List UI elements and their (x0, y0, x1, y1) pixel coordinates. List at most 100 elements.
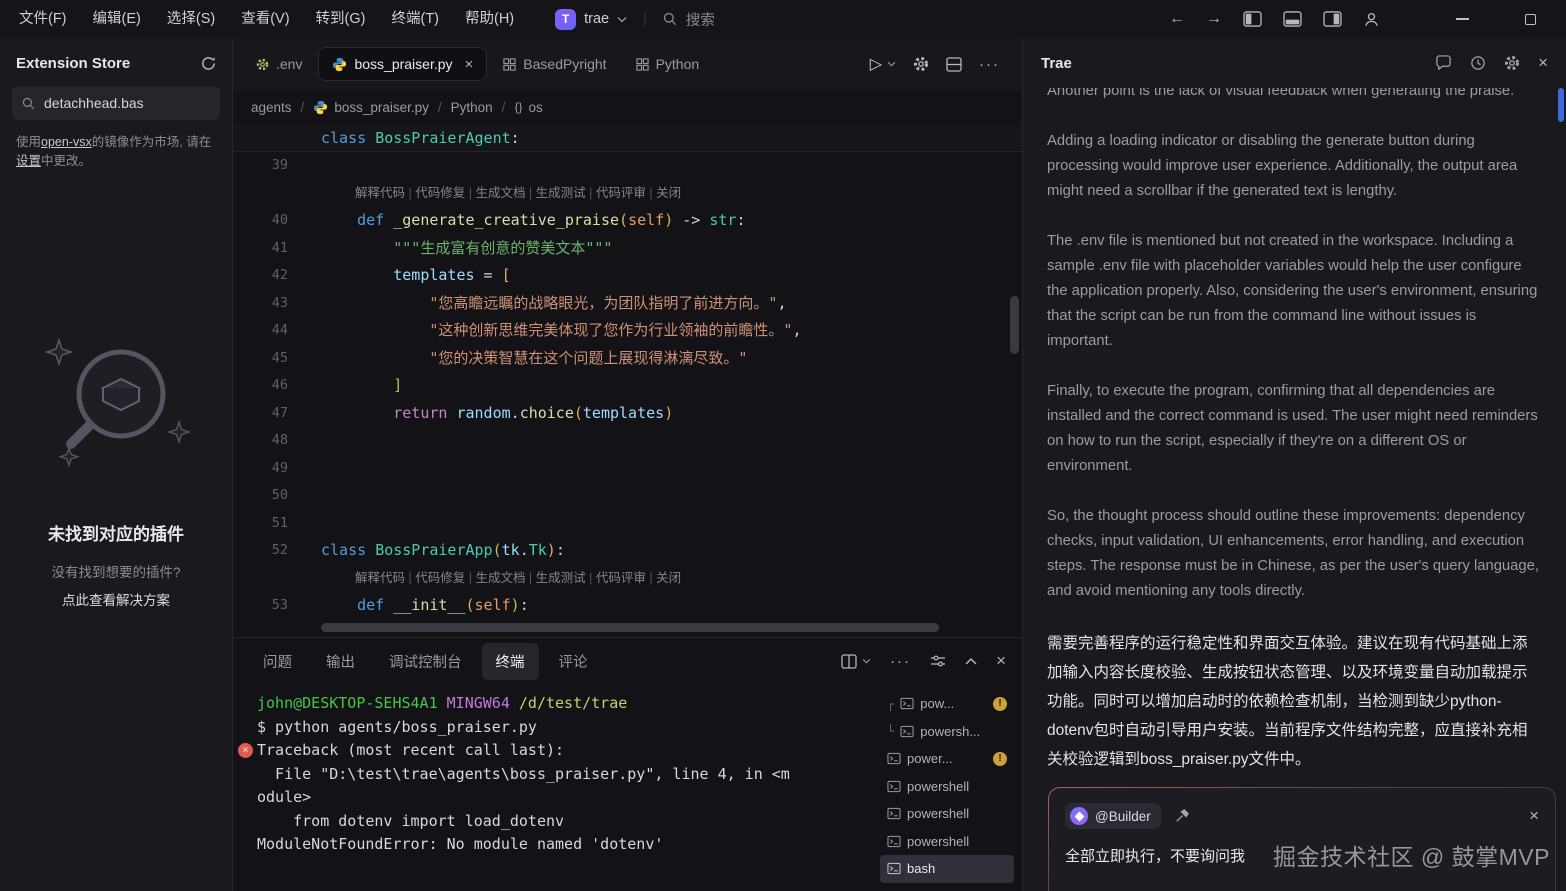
tab-label: Python (656, 56, 700, 72)
notice-part[interactable]: open-vsx (41, 135, 92, 149)
maximize-panel-icon[interactable] (965, 657, 977, 665)
filter-sliders-icon[interactable] (930, 654, 946, 668)
menu-item-6[interactable]: 帮助(H) (452, 0, 527, 38)
close-tab-icon[interactable]: × (465, 56, 474, 73)
code-editor[interactable]: class BossPraierAgent: 39解释代码 | 代码修复 | 生… (233, 124, 1022, 637)
code-line: 解释代码 | 代码修复 | 生成文档 | 生成测试 | 代码评审 | 关闭 (233, 565, 1022, 593)
terminal-list-item-powershell[interactable]: powershell (880, 828, 1014, 856)
run-settings-gear-icon[interactable] (913, 56, 929, 72)
code-line: 49 (233, 455, 1022, 483)
notice-part[interactable]: 设置 (16, 154, 41, 168)
sidebar-title: Extension Store (16, 55, 201, 72)
panel-tabs: 问题输出调试控制台终端评论 (249, 643, 602, 680)
codelens-action[interactable]: 生成文档 (475, 571, 525, 585)
codelens-action[interactable]: 关闭 (656, 571, 681, 585)
terminal-line: from dotenv import load_dotenv (257, 810, 880, 834)
new-chat-icon[interactable] (1435, 55, 1452, 71)
codelens-action[interactable]: 解释代码 (355, 571, 405, 585)
tab-boss_praiser.py[interactable]: boss_praiser.py× (318, 47, 487, 81)
terminal-name: powersh... (920, 724, 980, 739)
terminal-list-item-power...[interactable]: power...! (880, 745, 1014, 773)
tab-.env[interactable]: .env (243, 47, 315, 81)
menu-item-3[interactable]: 查看(V) (228, 0, 302, 38)
terminal-list-item-bash[interactable]: bash (880, 855, 1014, 883)
play-icon: ▷ (870, 54, 882, 74)
run-button[interactable]: ▷ (870, 54, 896, 74)
minimize-button[interactable] (1456, 18, 1469, 20)
split-editor-icon[interactable] (946, 57, 962, 72)
sticky-scroll-line[interactable]: class BossPraierAgent: (233, 124, 1022, 152)
tab-Python[interactable]: Python (623, 47, 713, 81)
no-plugin-subtitle: 没有找到想要的插件? (0, 561, 232, 581)
titlebar: 文件(F)编辑(E)选择(S)查看(V)转到(G)终端(T)帮助(H) T tr… (0, 0, 1566, 38)
settings-gear-icon[interactable] (1504, 55, 1520, 71)
code-line: 51 (233, 510, 1022, 538)
menu-item-4[interactable]: 转到(G) (303, 0, 379, 38)
global-search[interactable]: 搜索 (663, 9, 715, 30)
close-chat-icon[interactable]: × (1538, 53, 1548, 73)
codelens-action[interactable]: 代码评审 (596, 186, 646, 200)
forward-button[interactable]: → (1206, 10, 1222, 28)
panel-tab-问题[interactable]: 问题 (249, 643, 306, 680)
line-number: 44 (233, 317, 321, 345)
vertical-scrollbar[interactable] (1010, 296, 1019, 354)
breadcrumb-item-agents[interactable]: agents (251, 100, 292, 115)
breadcrumb-item-boss_praiser.py[interactable]: boss_praiser.py (313, 100, 429, 115)
codelens-action[interactable]: 生成文档 (475, 186, 525, 200)
terminal-list-item-powershell[interactable]: powershell (880, 773, 1014, 801)
menu-item-2[interactable]: 选择(S) (154, 0, 228, 38)
tree-connector: ┌ (887, 697, 894, 711)
menu-item-5[interactable]: 终端(T) (378, 0, 452, 38)
codelens-action[interactable]: 代码评审 (596, 571, 646, 585)
workspace-switcher[interactable]: T trae (555, 9, 627, 30)
terminal-line: john@DESKTOP-SEHS4A1 MINGW64 /d/test/tra… (257, 692, 880, 716)
titlebar-divider: | (643, 11, 647, 27)
terminal-list-item-pow...[interactable]: ┌pow...! (880, 690, 1014, 718)
toggle-secondary-sidebar-icon[interactable] (1323, 11, 1342, 27)
maximize-button[interactable] (1525, 14, 1536, 25)
menu-item-0[interactable]: 文件(F) (6, 0, 80, 38)
panel-tab-评论[interactable]: 评论 (545, 643, 602, 680)
account-icon[interactable] (1363, 11, 1380, 28)
code-line: 53 def __init__(self): (233, 592, 1022, 620)
refresh-icon[interactable] (201, 56, 216, 71)
back-button[interactable]: ← (1169, 10, 1185, 28)
menu-item-1[interactable]: 编辑(E) (80, 0, 154, 38)
toggle-sidebar-icon[interactable] (1243, 11, 1262, 27)
chat-paragraph: Finally, to execute the program, confirm… (1047, 379, 1542, 479)
codelens-action[interactable]: 代码修复 (415, 571, 465, 585)
clear-input-icon[interactable]: × (1529, 806, 1539, 826)
chat-input-header: @Builder × (1065, 803, 1539, 829)
builder-mention-chip[interactable]: @Builder (1065, 803, 1161, 829)
codelens-action[interactable]: 解释代码 (355, 186, 405, 200)
codelens-action[interactable]: 关闭 (656, 186, 681, 200)
terminal-list-item-powershell[interactable]: powershell (880, 800, 1014, 828)
code-line: 45 "您的决策智慧在这个问题上展现得淋漓尽致。" (233, 345, 1022, 373)
codelens-action[interactable]: 代码修复 (415, 186, 465, 200)
close-panel-icon[interactable]: × (996, 651, 1006, 671)
panel-tab-输出[interactable]: 输出 (312, 643, 369, 680)
solution-link[interactable]: 点此查看解决方案 (0, 589, 232, 609)
tools-icon[interactable] (1174, 809, 1189, 824)
chat-scrollbar[interactable] (1558, 88, 1564, 122)
history-icon[interactable] (1470, 55, 1486, 71)
breadcrumb-item-os[interactable]: {}os (514, 100, 542, 115)
extension-search-input[interactable]: detachhead.bas (12, 86, 220, 120)
panel-tab-终端[interactable]: 终端 (482, 643, 539, 680)
line-number: 50 (233, 482, 321, 510)
split-terminal-button[interactable] (841, 654, 871, 669)
codelens-action[interactable]: 生成测试 (536, 571, 586, 585)
line-number: 45 (233, 345, 321, 373)
terminal-output[interactable]: john@DESKTOP-SEHS4A1 MINGW64 /d/test/tra… (233, 684, 880, 891)
breadcrumb-item-Python[interactable]: Python (451, 100, 493, 115)
line-number: 41 (233, 235, 321, 263)
horizontal-scrollbar[interactable] (321, 623, 939, 632)
more-actions-icon[interactable]: ··· (979, 56, 1000, 73)
terminal-list-item-powersh...[interactable]: └powersh... (880, 718, 1014, 746)
panel-tab-调试控制台[interactable]: 调试控制台 (375, 643, 476, 680)
codelens-action[interactable]: 生成测试 (536, 186, 586, 200)
panel-more-icon[interactable]: ··· (890, 653, 911, 670)
braces-icon: {} (514, 100, 522, 114)
tab-BasedPyright[interactable]: BasedPyright (490, 47, 619, 81)
toggle-panel-icon[interactable] (1283, 11, 1302, 27)
